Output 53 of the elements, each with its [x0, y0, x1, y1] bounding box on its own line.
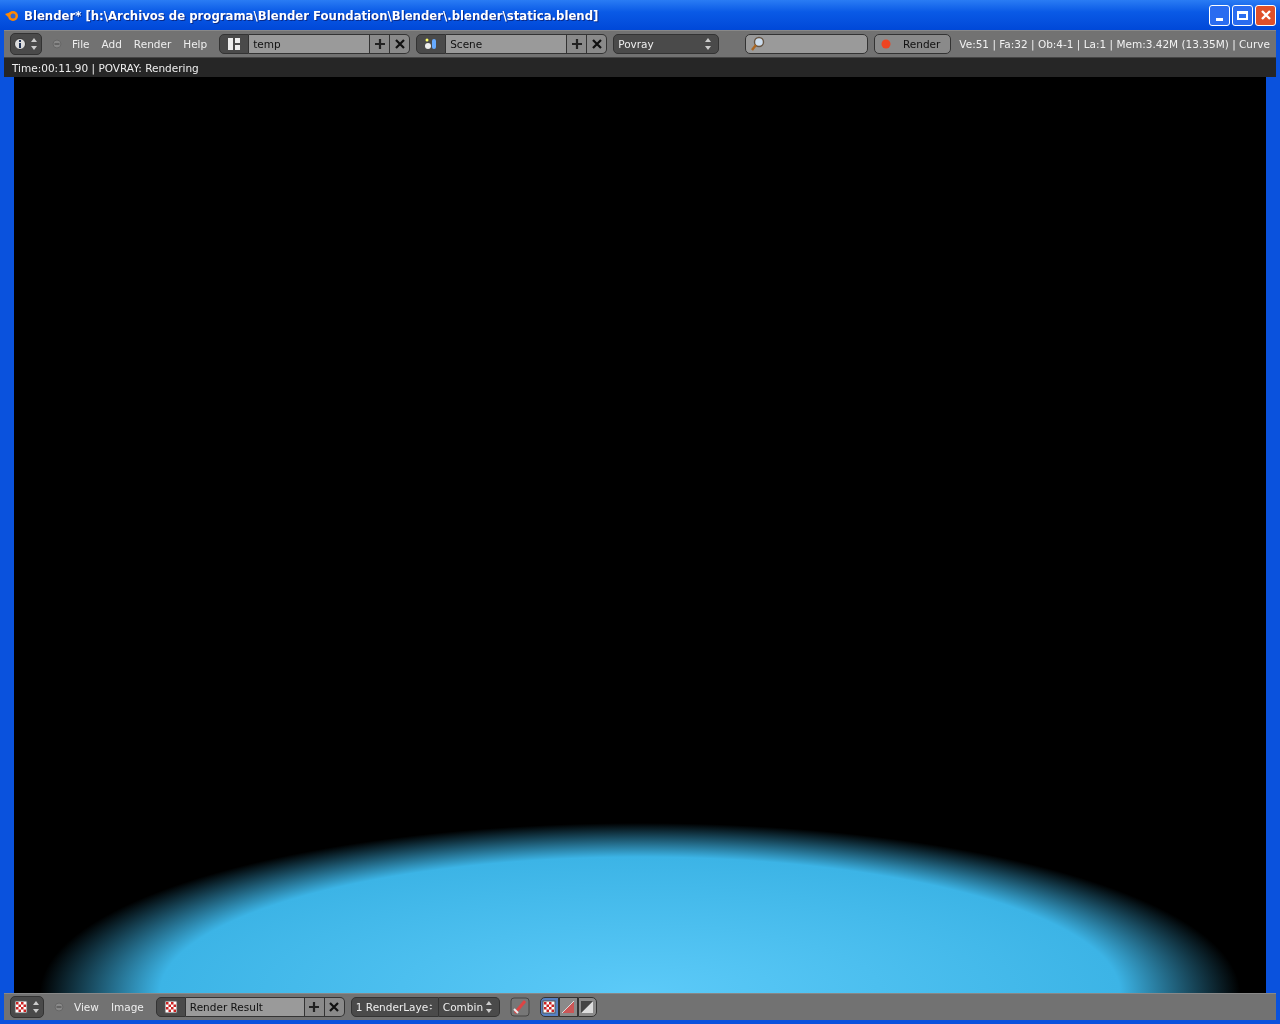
menu-item[interactable]: View [74, 1001, 99, 1013]
checkerboard-icon [542, 1000, 557, 1014]
remove-button[interactable] [587, 34, 608, 54]
triangle-icon [561, 1000, 576, 1014]
render-button[interactable]: Render [873, 34, 952, 54]
add-button[interactable] [304, 997, 325, 1017]
status-text: Time:00:11.90 | POVRAY: Rendering [12, 61, 199, 74]
info-icon [14, 38, 26, 50]
browse-button[interactable] [416, 34, 447, 54]
render-layer-dropdown[interactable]: 1 RenderLaye [350, 997, 439, 1017]
close-icon [1258, 8, 1273, 22]
browse-button[interactable] [219, 34, 250, 54]
render-pass-dropdown[interactable]: Combin [438, 997, 500, 1017]
maximize-button[interactable] [1232, 4, 1253, 26]
editor-type-button[interactable] [10, 996, 44, 1018]
menu-item[interactable]: File [71, 38, 90, 50]
cross-icon [392, 37, 407, 51]
editor-type-button[interactable] [10, 33, 42, 55]
up-down-arrows-icon [30, 999, 40, 1015]
layout-icon [227, 37, 242, 51]
menu-item[interactable]: Image [110, 1001, 144, 1013]
name-field[interactable]: temp [249, 34, 371, 54]
window-title: Blender* [h:\Archivos de programa\Blender Foundation\Blender\.blender\statica.blend] [24, 7, 600, 23]
scene-statistics: Ve:51 | Fa:32 | Ob:4-1 | La:1 | Mem:3.42M (13.35M) | Curve [959, 38, 1270, 50]
diagonal-split-icon [580, 1000, 595, 1014]
cross-icon [327, 1000, 342, 1014]
add-button[interactable] [370, 34, 391, 54]
render-engine-dropdown[interactable]: Povray [613, 34, 719, 54]
close-button[interactable] [1255, 4, 1276, 26]
menu-item[interactable]: Add [101, 38, 122, 50]
browse-button[interactable] [155, 997, 186, 1017]
paint-brush-icon[interactable] [509, 997, 530, 1017]
minimize-button[interactable] [1209, 4, 1230, 26]
name-field[interactable]: Scene [446, 34, 568, 54]
checkerboard-icon [14, 1000, 28, 1014]
menu-item[interactable]: Help [183, 38, 208, 50]
cross-icon [589, 37, 604, 51]
plus-icon [569, 37, 584, 51]
color-mode-button[interactable] [558, 997, 578, 1017]
name-field[interactable]: Render Result [185, 997, 305, 1017]
remove-button[interactable] [390, 34, 411, 54]
search-field[interactable] [744, 34, 868, 54]
plus-icon [307, 1000, 322, 1014]
record-dot-icon [880, 39, 891, 49]
up-down-arrows-icon [28, 36, 38, 52]
color-alpha-mode-button[interactable] [539, 997, 559, 1017]
menu-item[interactable]: Render [133, 38, 172, 50]
add-button[interactable] [567, 34, 588, 54]
scene-icon [424, 37, 439, 51]
plus-icon [372, 37, 387, 51]
checkerboard-icon [163, 1000, 178, 1014]
search-icon [749, 36, 766, 52]
remove-button[interactable] [324, 997, 345, 1017]
